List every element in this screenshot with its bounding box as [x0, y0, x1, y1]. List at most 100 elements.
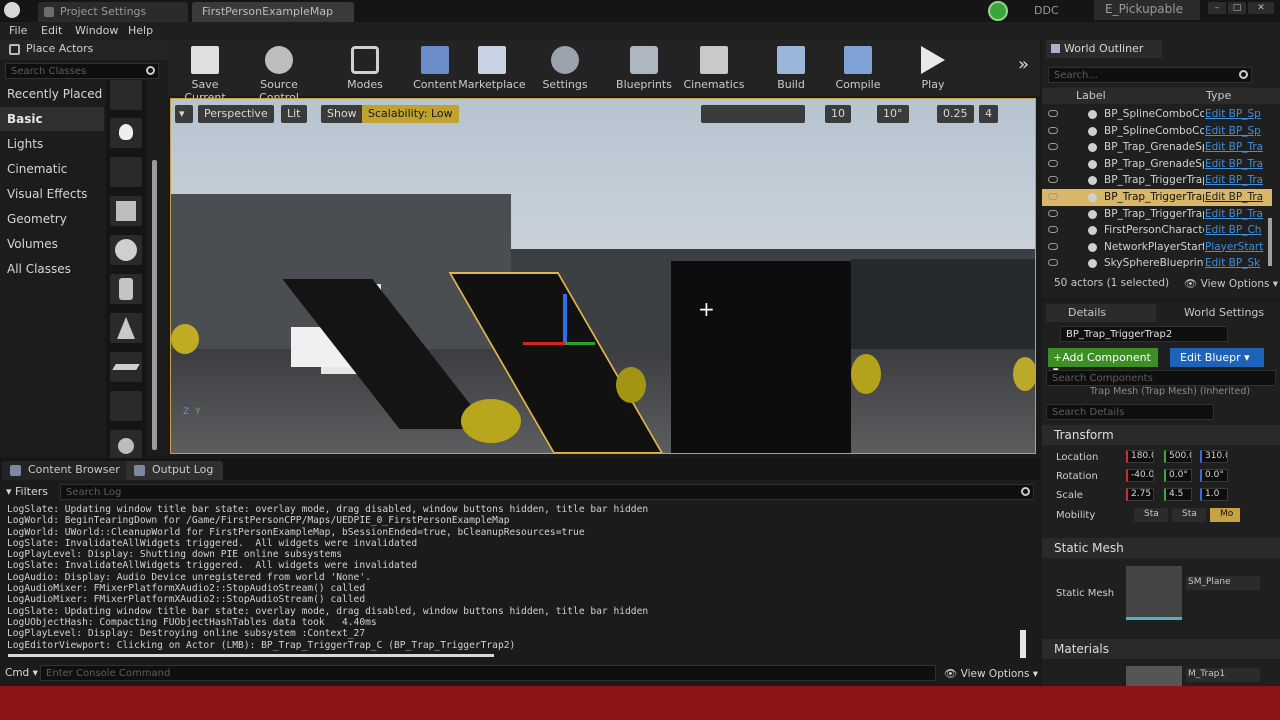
cinematics-button[interactable]: Cinematics: [679, 44, 749, 94]
thumbnail-scrollbar[interactable]: [152, 160, 157, 450]
scale-z[interactable]: 1.0: [1200, 488, 1228, 501]
maximize-button[interactable]: □: [1228, 2, 1246, 14]
toolbar-overflow-icon[interactable]: »: [1018, 54, 1029, 75]
menu-file[interactable]: File: [9, 24, 27, 37]
actor-type-link[interactable]: Edit BP_Ch: [1205, 224, 1265, 236]
log-vertical-scrollbar[interactable]: [1020, 630, 1026, 658]
outliner-row[interactable]: BP_SplineComboCoinEdit BP_Sp: [1042, 123, 1272, 140]
cone-thumbnail[interactable]: [110, 313, 142, 343]
details-tab[interactable]: Details: [1046, 304, 1156, 322]
box-trigger-thumbnail[interactable]: [110, 391, 142, 421]
category-geometry[interactable]: Geometry: [0, 207, 104, 231]
save-current-button[interactable]: Save Current: [170, 44, 240, 104]
marketplace-button[interactable]: Marketplace: [458, 44, 526, 94]
tab-content-browser[interactable]: Content Browser: [2, 461, 130, 480]
filters-button[interactable]: ▾ Filters: [6, 485, 48, 498]
outliner-row[interactable]: SkySphereBlueprint Edit BP_Sk: [1042, 255, 1272, 272]
perspective-button[interactable]: Perspective: [198, 105, 274, 123]
visibility-eye-icon[interactable]: [1048, 143, 1058, 151]
modes-button[interactable]: Modes: [330, 44, 400, 94]
visibility-eye-icon[interactable]: [1048, 176, 1058, 184]
rotation-y[interactable]: 0.0°: [1164, 469, 1192, 482]
static-mesh-section[interactable]: Static Mesh: [1042, 538, 1280, 558]
transform-section[interactable]: Transform: [1042, 425, 1280, 445]
blueprints-button[interactable]: Blueprints: [609, 44, 679, 94]
rotation-snap-value[interactable]: 10°: [877, 105, 909, 123]
plane-thumbnail[interactable]: [110, 352, 142, 382]
outliner-row[interactable]: BP_Trap_TriggerTrap2Edit BP_Tra: [1042, 189, 1272, 206]
scalability-button[interactable]: Scalability: Low: [362, 105, 459, 123]
menu-window[interactable]: Window: [75, 24, 118, 37]
outliner-scrollbar[interactable]: [1268, 218, 1272, 266]
material-thumbnail[interactable]: [1126, 666, 1182, 686]
static-mesh-dropdown[interactable]: SM_Plane: [1186, 576, 1260, 590]
player-start-thumbnail[interactable]: [110, 157, 142, 187]
world-settings-tab[interactable]: World Settings: [1160, 304, 1270, 322]
edit-blueprint-button[interactable]: Edit Bluepr ▾: [1170, 348, 1264, 367]
outliner-row[interactable]: BP_Trap_GrenadeSpa Edit BP_Tra: [1042, 139, 1272, 156]
visibility-eye-icon[interactable]: [1048, 259, 1058, 267]
outliner-row[interactable]: BP_SplineComboCoinEdit BP_Sp: [1042, 106, 1272, 123]
cylinder-thumbnail[interactable]: [110, 274, 142, 304]
actor-thumbnail-list[interactable]: [106, 80, 146, 460]
column-label[interactable]: Label: [1076, 89, 1106, 102]
search-log-input[interactable]: Search Log: [60, 484, 1034, 500]
world-outliner-tab[interactable]: World Outliner: [1046, 40, 1162, 58]
menu-help[interactable]: Help: [128, 24, 153, 37]
category-lights[interactable]: Lights: [0, 132, 104, 156]
grid-snap-value[interactable]: 10: [825, 105, 851, 123]
viewport-scene[interactable]: + ZY: [171, 99, 1035, 453]
search-components-input[interactable]: Search Components: [1046, 370, 1276, 386]
actor-name-field[interactable]: BP_Trap_TriggerTrap2: [1060, 326, 1228, 342]
sphere-thumbnail[interactable]: [110, 235, 142, 265]
search-details-input[interactable]: Search Details: [1046, 404, 1214, 420]
point-light-thumbnail[interactable]: [110, 118, 142, 148]
visibility-eye-icon[interactable]: [1048, 193, 1058, 200]
materials-section[interactable]: Materials: [1042, 639, 1280, 659]
mobility-stationary-option[interactable]: Sta: [1172, 508, 1206, 522]
search-classes-input[interactable]: Search Classes: [5, 63, 159, 79]
actor-type-link[interactable]: Edit BP_Sp: [1205, 125, 1265, 137]
visibility-eye-icon[interactable]: [1048, 126, 1058, 134]
location-x[interactable]: 180.0: [1126, 450, 1154, 463]
actor-type-link[interactable]: Edit BP_Tra: [1205, 191, 1265, 203]
actor-type-link[interactable]: Edit BP_Tra: [1205, 208, 1265, 220]
play-button[interactable]: Play: [905, 44, 961, 94]
outliner-search-input[interactable]: Search...: [1048, 67, 1252, 83]
compile-button[interactable]: Compile: [823, 44, 893, 94]
log-view-options-button[interactable]: 👁 View Options ▾: [944, 667, 1038, 680]
sphere-trigger-thumbnail[interactable]: [110, 430, 142, 460]
rotation-x[interactable]: -40.0: [1126, 469, 1154, 482]
viewport-options-dropdown[interactable]: ▾: [175, 105, 193, 123]
mobility-static-option[interactable]: Sta: [1134, 508, 1168, 522]
translate-gizmo-z[interactable]: [563, 294, 567, 344]
component-tree-item[interactable]: Trap Mesh (Trap Mesh) (Inherited): [1090, 386, 1270, 398]
close-button[interactable]: ✕: [1248, 2, 1274, 14]
location-z[interactable]: 310.0: [1200, 450, 1228, 463]
build-button[interactable]: Build: [756, 44, 826, 94]
translate-gizmo-y[interactable]: [565, 342, 595, 345]
source-control-status-icon[interactable]: [988, 1, 1008, 21]
actor-type-link[interactable]: Edit BP_Sp: [1205, 108, 1265, 120]
column-type[interactable]: Type: [1206, 89, 1231, 102]
tab-map[interactable]: FirstPersonExampleMap: [192, 2, 354, 22]
translate-gizmo-x[interactable]: [523, 342, 565, 345]
camera-speed-value[interactable]: 4: [979, 105, 998, 123]
visibility-eye-icon[interactable]: [1048, 159, 1058, 167]
scale-x[interactable]: 2.75: [1126, 488, 1154, 501]
level-viewport[interactable]: + ZY ▾ Perspective Lit Show Scalability:…: [170, 98, 1036, 454]
actor-type-link[interactable]: Edit BP_Sk: [1205, 257, 1265, 269]
outliner-row[interactable]: BP_Trap_TriggerTrap Edit BP_Tra: [1042, 172, 1272, 189]
material-dropdown[interactable]: M_Trap1: [1186, 668, 1260, 682]
outliner-row[interactable]: NetworkPlayerStart PlayerStart: [1042, 239, 1272, 256]
category-cinematic[interactable]: Cinematic: [0, 157, 104, 181]
minimize-button[interactable]: –: [1208, 2, 1226, 14]
outliner-row[interactable]: BP_Trap_TriggerTrap Edit BP_Tra: [1042, 206, 1272, 223]
outliner-row[interactable]: FirstPersonCharacter Edit BP_Ch: [1042, 222, 1272, 239]
source-control-button[interactable]: Source Control: [240, 44, 318, 104]
outliner-view-options-button[interactable]: 👁 View Options ▾: [1184, 277, 1278, 290]
console-command-input[interactable]: Enter Console Command: [40, 665, 936, 681]
transform-tools[interactable]: [701, 105, 805, 123]
outliner-row[interactable]: BP_Trap_GrenadeSpa Edit BP_Tra: [1042, 156, 1272, 173]
category-basic[interactable]: Basic: [0, 107, 104, 131]
